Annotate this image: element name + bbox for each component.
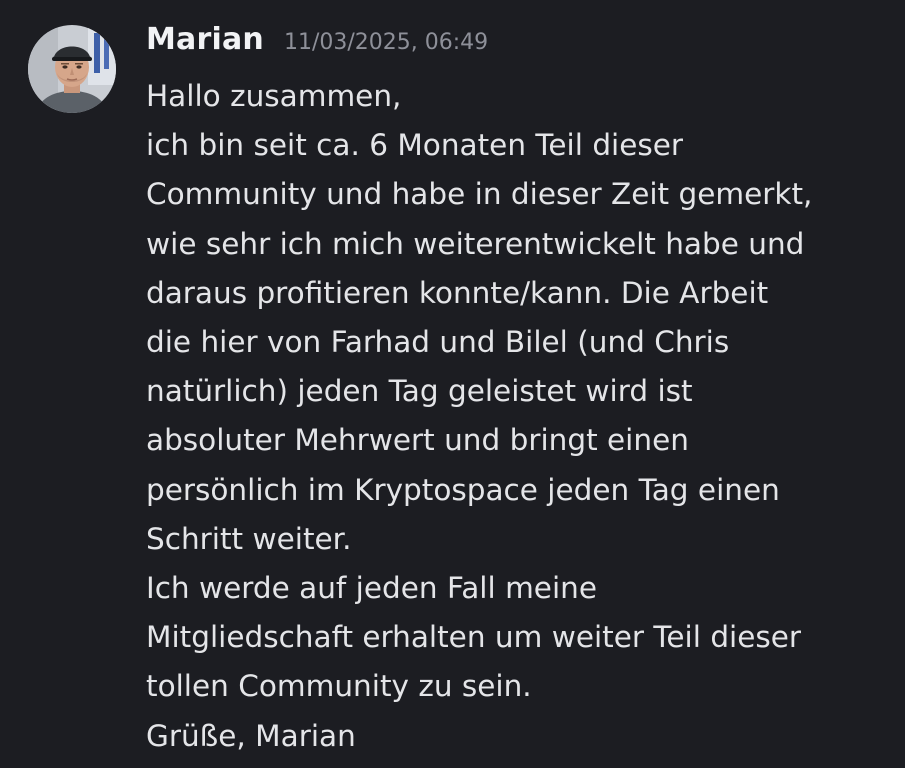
author-name[interactable]: Marian xyxy=(146,22,264,57)
message-line: persönlich im Kryptospace jeden Tag eine… xyxy=(146,472,780,507)
avatar[interactable] xyxy=(28,25,116,113)
message-line: absoluter Mehrwert und bringt einen xyxy=(146,423,689,458)
chat-message: Marian 11/03/2025, 06:49 Hallo zusammen,… xyxy=(0,0,905,768)
user-avatar-photo xyxy=(28,25,116,113)
message-line: Mitgliedschaft erhalten um weiter Teil d… xyxy=(146,620,802,655)
message-header: Marian 11/03/2025, 06:49 xyxy=(146,22,488,66)
message-content: Hallo zusammen, ich bin seit ca. 6 Monat… xyxy=(146,72,891,761)
message-line: Hallo zusammen, xyxy=(146,79,402,113)
message-line: wie sehr ich mich weiterentwickelt habe … xyxy=(146,226,805,261)
message-line: Grüße, Marian xyxy=(146,718,356,753)
message-timestamp: 11/03/2025, 06:49 xyxy=(283,30,489,55)
message-line: Schritt weiter. xyxy=(146,521,352,556)
message-line: natürlich) jeden Tag geleistet wird ist xyxy=(146,374,693,409)
message-line: die hier von Farhad und Bilel (und Chris xyxy=(146,325,730,360)
message-line: Community und habe in dieser Zeit gemerk… xyxy=(146,177,813,212)
message-line: Ich werde auf jeden Fall meine xyxy=(146,571,597,606)
message-line: tollen Community zu sein. xyxy=(146,669,532,704)
message-line: daraus profitieren konnte/kann. Die Arbe… xyxy=(146,275,769,310)
message-line: ich bin seit ca. 6 Monaten Teil dieser xyxy=(146,128,684,163)
